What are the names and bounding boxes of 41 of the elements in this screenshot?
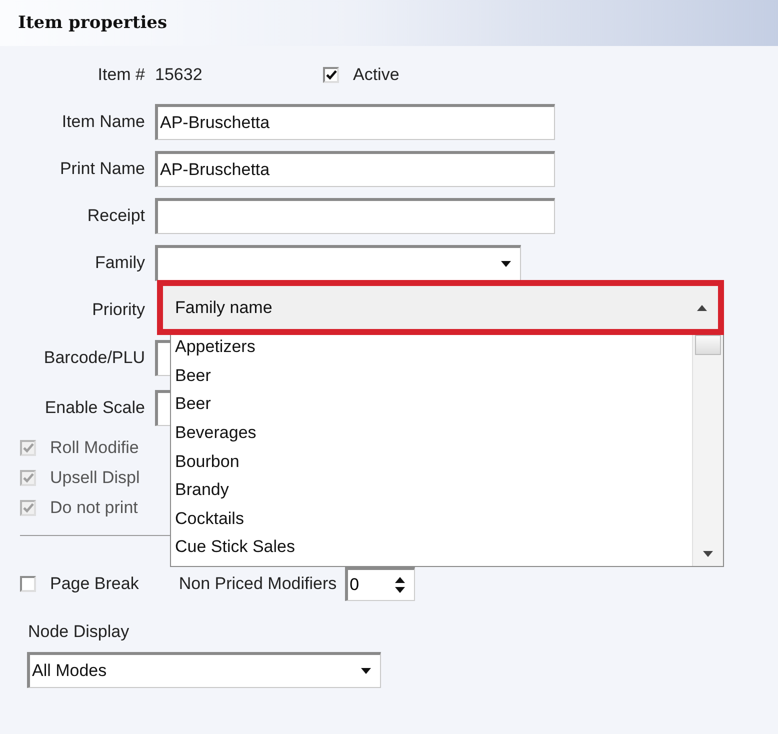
list-item[interactable]: Beverages bbox=[171, 418, 692, 448]
field-label: Item # bbox=[96, 65, 146, 85]
list-item[interactable]: Bourbon bbox=[171, 447, 692, 476]
checkbox-label: Do not print bbox=[50, 498, 138, 518]
field-label: Receipt bbox=[86, 206, 146, 226]
checkbox-label: Roll Modifie bbox=[50, 438, 139, 458]
field-label: Node Display bbox=[28, 622, 130, 642]
list-item[interactable]: Beer bbox=[171, 390, 692, 419]
field-label: Print Name bbox=[58, 158, 146, 178]
field-label: Barcode/PLU bbox=[42, 348, 146, 368]
checkbox-label: Upsell Displ bbox=[50, 468, 140, 488]
checkbox-label: Active bbox=[353, 65, 400, 85]
list-item[interactable]: Cocktails bbox=[171, 504, 692, 534]
field-label: Item Name bbox=[60, 112, 146, 132]
checkbox-label: Page Break bbox=[50, 574, 139, 594]
field-label: Enable Scale bbox=[44, 398, 146, 418]
item-number: 15632 bbox=[155, 65, 204, 85]
scroll-thumb[interactable] bbox=[695, 335, 721, 355]
spin-field[interactable]: 0 bbox=[344, 567, 415, 601]
list-item[interactable]: Brandy bbox=[171, 476, 692, 505]
scroll-down-icon[interactable] bbox=[702, 550, 714, 558]
list-item[interactable]: Cue Stick Sales bbox=[171, 533, 692, 562]
page-break-checkbox[interactable] bbox=[20, 576, 36, 592]
combo-box[interactable]: All Modes bbox=[27, 652, 381, 688]
text-field[interactable]: AP-Bruschetta bbox=[155, 104, 555, 140]
field-label: Non Priced Modifiers bbox=[178, 574, 337, 594]
scrollbar[interactable] bbox=[692, 335, 723, 566]
panel-title: Item properties bbox=[18, 13, 168, 33]
combo-box[interactable] bbox=[155, 244, 521, 280]
field-label: Priority bbox=[91, 300, 146, 320]
spinner-arrows-icon bbox=[394, 576, 406, 594]
text-field[interactable] bbox=[155, 198, 555, 234]
caret-icon bbox=[500, 260, 512, 268]
text-field[interactable]: AP-Bruschetta bbox=[155, 150, 555, 186]
list-item[interactable]: Appetizers bbox=[171, 335, 692, 362]
list-item[interactable]: Beer bbox=[171, 362, 692, 390]
active-checkbox[interactable] bbox=[323, 67, 339, 83]
list-header: Family name bbox=[174, 296, 274, 318]
field-label: Family bbox=[94, 252, 146, 272]
caret-icon bbox=[360, 667, 372, 675]
scroll-up-icon[interactable] bbox=[696, 304, 708, 312]
